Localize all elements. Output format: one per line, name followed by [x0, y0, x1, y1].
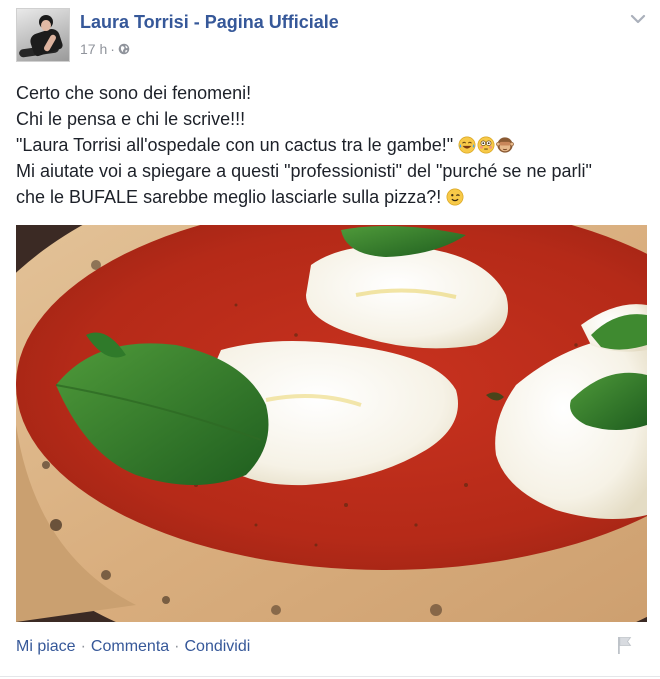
post-divider [0, 676, 660, 677]
post-text-line-3-wrap: "Laura Torrisi all'ospedale con un cactu… [16, 132, 646, 158]
post-text-line-5: che le BUFALE sarebbe meglio lasciarle s… [16, 187, 442, 207]
chevron-down-icon[interactable] [630, 12, 646, 26]
post-text-line-3: "Laura Torrisi all'ospedale con un cactu… [16, 135, 454, 155]
post-photo-pizza[interactable] [16, 225, 647, 622]
share-link[interactable]: Condividi [184, 638, 250, 655]
meta-separator: · [110, 41, 115, 57]
facebook-post: Laura Torrisi - Pagina Ufficiale 17 h · … [0, 0, 660, 679]
flushed-emoji [477, 136, 495, 154]
flag-icon[interactable] [614, 634, 634, 656]
post-text-line-2: Chi le pensa e chi le scrive!!! [16, 109, 246, 129]
action-separator: · [174, 638, 180, 655]
avatar[interactable] [16, 8, 70, 62]
globe-icon[interactable] [118, 43, 130, 55]
see-no-evil-monkey-emoji [496, 137, 515, 153]
wink-emoji [446, 188, 464, 206]
post-text: Certo che sono dei fenomeni! Chi le pens… [16, 80, 646, 210]
post-text-line-1: Certo che sono dei fenomeni! [16, 83, 252, 103]
post-actions: Mi piace · Commenta · Condividi [16, 638, 250, 656]
action-separator: · [80, 638, 86, 655]
comment-link[interactable]: Commenta [91, 638, 169, 655]
post-timestamp[interactable]: 17 h [80, 41, 107, 57]
page-name-link[interactable]: Laura Torrisi - Pagina Ufficiale [80, 12, 339, 33]
post-text-line-4: Mi aiutate voi a spiegare a questi "prof… [16, 161, 592, 181]
laughing-tears-emoji [458, 136, 476, 154]
post-text-line-5-wrap: che le BUFALE sarebbe meglio lasciarle s… [16, 184, 646, 210]
post-meta: 17 h · [80, 41, 130, 57]
like-link[interactable]: Mi piace [16, 638, 76, 655]
